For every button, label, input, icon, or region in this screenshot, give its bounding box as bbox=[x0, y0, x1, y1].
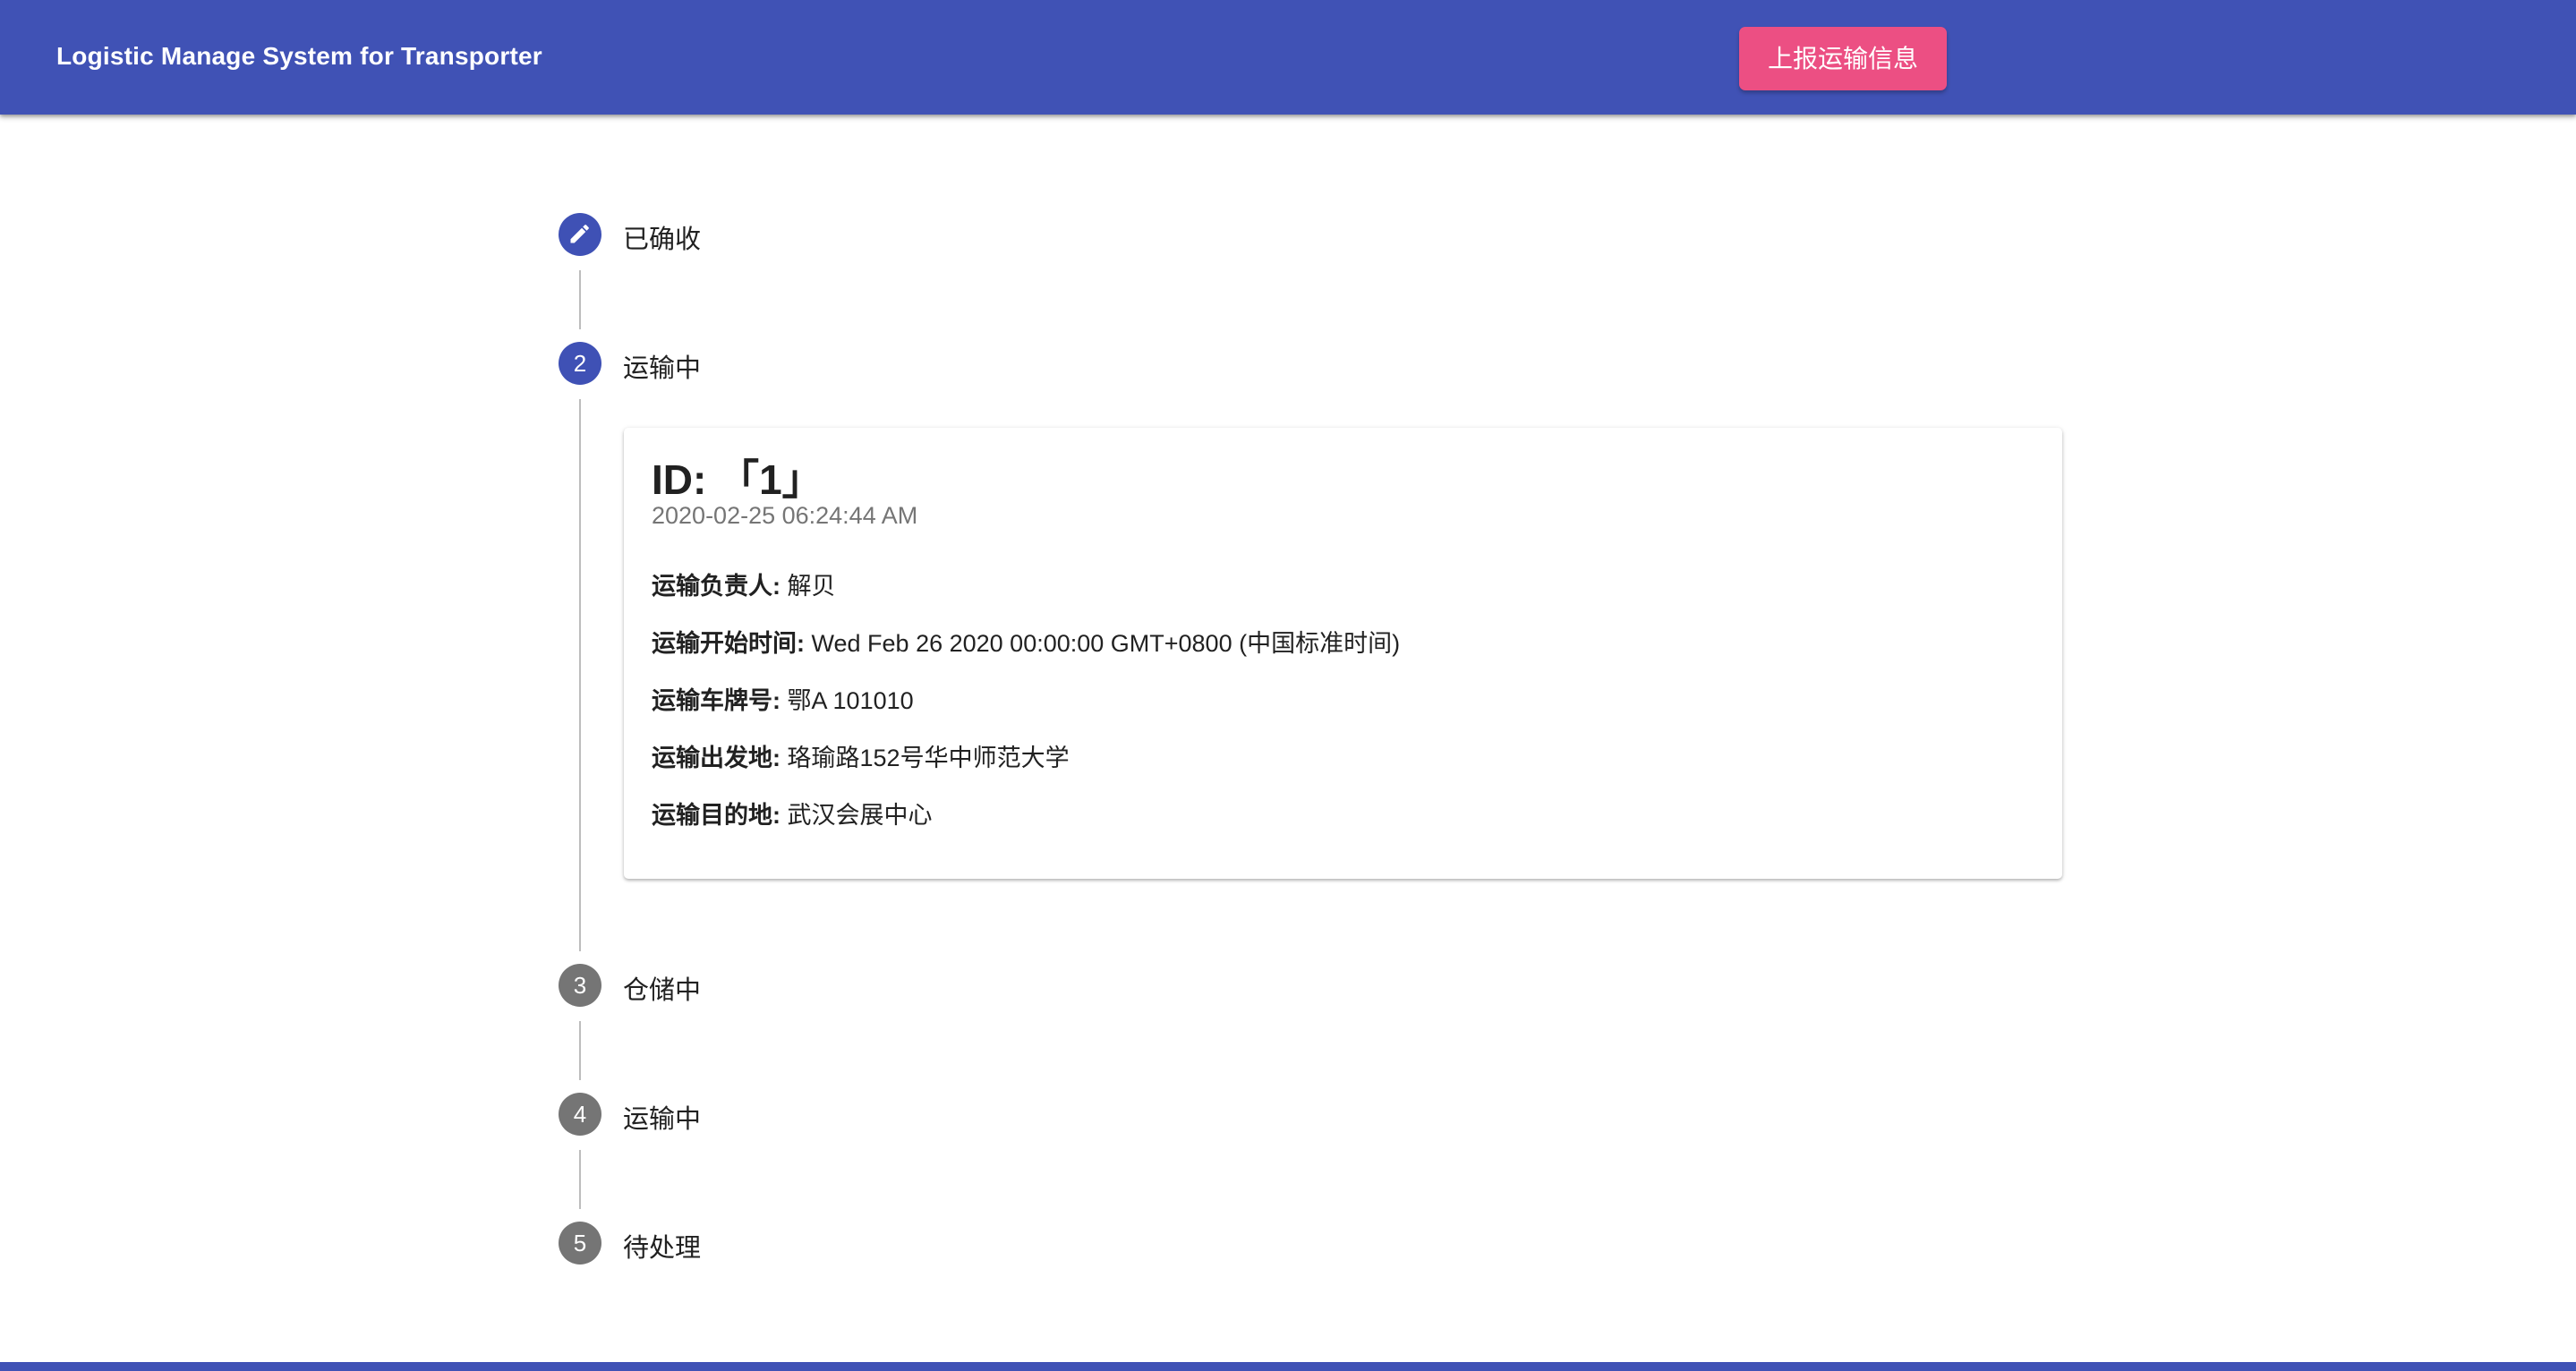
app-bar: Logistic Manage System for Transporter 上… bbox=[0, 0, 2576, 115]
field-label: 运输开始时间: bbox=[652, 630, 805, 657]
step-5-label: 待处理 bbox=[623, 1234, 702, 1263]
step-2-label: 运输中 bbox=[623, 354, 702, 383]
step-4-indicator: 4 bbox=[559, 1093, 601, 1136]
transport-detail-card: ID: 「1」 2020-02-25 06:24:44 AM 运输负责人: 解贝… bbox=[624, 428, 2062, 879]
step-3-label: 仓储中 bbox=[623, 976, 702, 1005]
field-value: 武汉会展中心 bbox=[787, 802, 933, 829]
field-origin: 运输出发地: 珞瑜路152号华中师范大学 bbox=[652, 738, 1070, 773]
field-value: 解贝 bbox=[787, 573, 836, 600]
field-label: 运输车牌号: bbox=[652, 687, 780, 714]
field-value: Wed Feb 26 2020 00:00:00 GMT+0800 (中国标准时… bbox=[811, 630, 1401, 657]
app-title: Logistic Manage System for Transporter bbox=[56, 42, 542, 70]
card-title: ID: 「1」 bbox=[652, 456, 823, 503]
field-destination: 运输目的地: 武汉会展中心 bbox=[652, 796, 933, 830]
step-connector bbox=[579, 1150, 581, 1209]
step-connector bbox=[579, 399, 581, 951]
field-license-plate: 运输车牌号: 鄂A 101010 bbox=[652, 681, 914, 716]
field-transport-start-time: 运输开始时间: Wed Feb 26 2020 00:00:00 GMT+080… bbox=[652, 624, 1400, 659]
field-label: 运输出发地: bbox=[652, 745, 780, 771]
field-label: 运输目的地: bbox=[652, 802, 780, 829]
step-5-indicator: 5 bbox=[559, 1222, 601, 1265]
step-1-label: 已确收 bbox=[623, 226, 702, 254]
field-label: 运输负责人: bbox=[652, 573, 780, 600]
step-2-indicator: 2 bbox=[559, 342, 601, 385]
field-transport-manager: 运输负责人: 解贝 bbox=[652, 566, 836, 601]
step-4-label: 运输中 bbox=[623, 1105, 702, 1134]
step-3-indicator: 3 bbox=[559, 964, 601, 1007]
bottom-bar bbox=[0, 1362, 2576, 1371]
step-1-indicator bbox=[559, 213, 601, 256]
report-transport-info-button[interactable]: 上报运输信息 bbox=[1739, 27, 1947, 90]
pencil-icon bbox=[559, 225, 601, 261]
field-value: 鄂A 101010 bbox=[787, 687, 914, 714]
step-connector bbox=[579, 270, 581, 329]
card-timestamp: 2020-02-25 06:24:44 AM bbox=[652, 502, 918, 529]
step-connector bbox=[579, 1021, 581, 1080]
field-value: 珞瑜路152号华中师范大学 bbox=[787, 745, 1070, 771]
